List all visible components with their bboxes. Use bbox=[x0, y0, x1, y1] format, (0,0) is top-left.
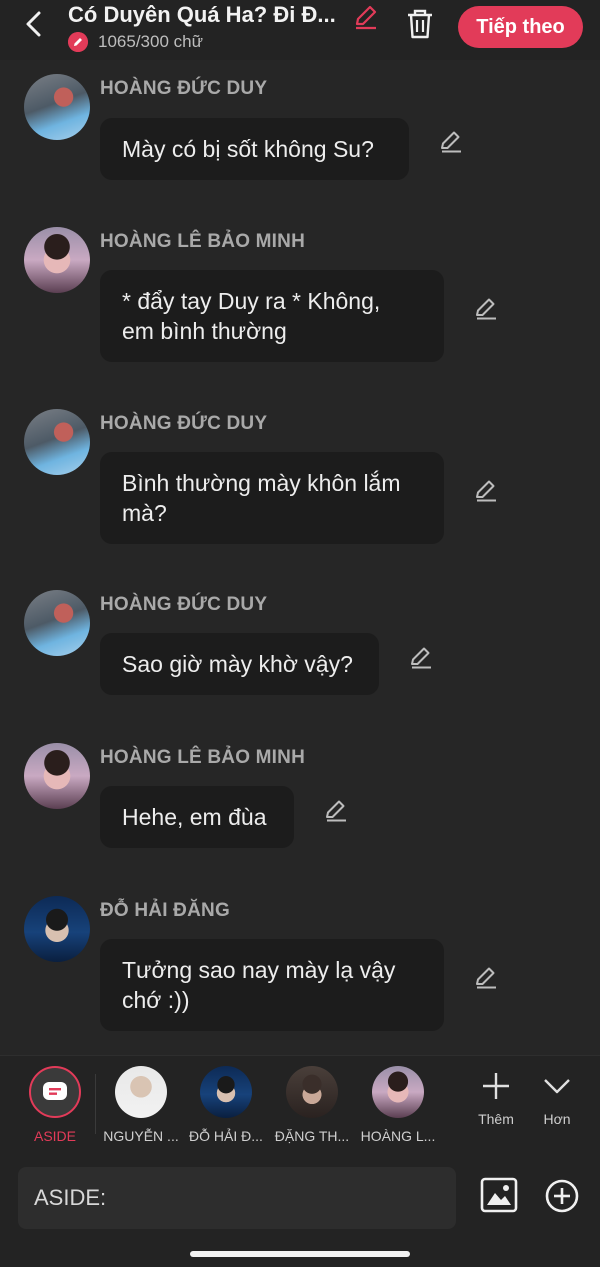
message-bubble[interactable]: * đẩy tay Duy ra * Không, em bình thường bbox=[100, 270, 444, 362]
avatar[interactable] bbox=[24, 896, 90, 962]
word-count: 1065/300 chữ bbox=[98, 32, 203, 51]
next-button[interactable]: Tiếp theo bbox=[458, 6, 583, 48]
character-hoang[interactable]: HOÀNG L... bbox=[358, 1066, 438, 1144]
edit-icon[interactable] bbox=[323, 797, 349, 823]
message-bubble[interactable]: Hehe, em đùa bbox=[100, 786, 294, 848]
edit-icon[interactable] bbox=[438, 128, 464, 154]
more-label: Hơn bbox=[543, 1111, 571, 1127]
message-text: Sao giờ mày khờ vậy? bbox=[122, 651, 353, 677]
message-text: Hehe, em đùa bbox=[122, 804, 267, 830]
avatar bbox=[286, 1066, 338, 1118]
sender-name: HOÀNG ĐỨC DUY bbox=[100, 413, 268, 434]
more-button[interactable]: Hơn bbox=[527, 1070, 587, 1127]
avatar bbox=[115, 1066, 167, 1118]
character-name: HOÀNG L... bbox=[360, 1128, 436, 1144]
message-text: Mày có bị sốt không Su? bbox=[122, 136, 374, 162]
sender-name: HOÀNG LÊ BẢO MINH bbox=[100, 747, 306, 768]
avatar bbox=[372, 1066, 424, 1118]
aside-avatar bbox=[29, 1066, 81, 1118]
story-title[interactable]: Có Duyên Quá Ha? Đi Đ... bbox=[68, 2, 336, 28]
message-input[interactable]: ASIDE: bbox=[18, 1167, 456, 1229]
avatar[interactable] bbox=[24, 74, 90, 140]
image-icon[interactable] bbox=[480, 1177, 518, 1213]
edit-icon[interactable] bbox=[473, 295, 499, 321]
avatar bbox=[200, 1066, 252, 1118]
plus-icon bbox=[483, 1073, 509, 1099]
character-name: ĐỖ HẢI Đ... bbox=[189, 1128, 263, 1144]
edit-icon[interactable] bbox=[473, 964, 499, 990]
sender-name: HOÀNG ĐỨC DUY bbox=[100, 594, 268, 615]
add-character-button[interactable]: Thêm bbox=[466, 1070, 526, 1127]
message-bubble[interactable]: Sao giờ mày khờ vậy? bbox=[100, 633, 379, 695]
add-circle-icon[interactable] bbox=[545, 1179, 579, 1213]
avatar[interactable] bbox=[24, 409, 90, 475]
message-text: * đẩy tay Duy ra * Không, bbox=[122, 288, 381, 314]
back-arrow-icon[interactable] bbox=[22, 10, 46, 38]
avatar[interactable] bbox=[24, 743, 90, 809]
avatar[interactable] bbox=[24, 590, 90, 656]
home-indicator bbox=[190, 1251, 410, 1257]
speaker-prefix: ASIDE: bbox=[34, 1185, 107, 1210]
sender-name: HOÀNG LÊ BẢO MINH bbox=[100, 231, 306, 252]
composer: ASIDE: bbox=[0, 1155, 600, 1267]
character-selector: ASIDE NGUYỄN ... ĐỖ HẢI Đ... ĐẶNG TH... … bbox=[0, 1055, 600, 1155]
message-bubble[interactable]: Tưởng sao nay mày lạ vậy chớ :)) bbox=[100, 939, 444, 1031]
character-do-hai-dang[interactable]: ĐỖ HẢI Đ... bbox=[186, 1066, 266, 1144]
pencil-badge-icon bbox=[68, 32, 88, 52]
character-name: ASIDE bbox=[33, 1128, 76, 1144]
add-label: Thêm bbox=[478, 1111, 514, 1127]
message-text: mà? bbox=[122, 500, 167, 526]
sender-name: HOÀNG ĐỨC DUY bbox=[100, 78, 268, 99]
message-bubble[interactable]: Mày có bị sốt không Su? bbox=[100, 118, 409, 180]
trash-icon[interactable] bbox=[405, 8, 435, 40]
top-bar: Có Duyên Quá Ha? Đi Đ... 1065/300 chữ Ti… bbox=[0, 0, 600, 60]
chevron-down-icon bbox=[544, 1079, 570, 1094]
message-bubble[interactable]: Bình thường mày khôn lắm mà? bbox=[100, 452, 444, 544]
edit-title-icon[interactable] bbox=[352, 3, 380, 31]
sender-name: ĐỖ HẢI ĐĂNG bbox=[100, 900, 230, 921]
message-text: Tưởng sao nay mày lạ vậy bbox=[122, 957, 396, 983]
character-name: NGUYỄN ... bbox=[103, 1128, 179, 1144]
chat-bubble-icon bbox=[43, 1082, 67, 1100]
message-text: chớ :)) bbox=[122, 987, 190, 1013]
edit-icon[interactable] bbox=[473, 477, 499, 503]
avatar[interactable] bbox=[24, 227, 90, 293]
character-dang[interactable]: ĐẶNG TH... bbox=[272, 1066, 352, 1144]
character-name: ĐẶNG TH... bbox=[274, 1128, 350, 1144]
edit-icon[interactable] bbox=[408, 644, 434, 670]
character-nguyen[interactable]: NGUYỄN ... bbox=[101, 1066, 181, 1144]
divider bbox=[95, 1074, 96, 1134]
character-aside[interactable]: ASIDE bbox=[15, 1066, 95, 1144]
message-text: em bình thường bbox=[122, 318, 287, 344]
message-text: Bình thường mày khôn lắm bbox=[122, 470, 401, 496]
